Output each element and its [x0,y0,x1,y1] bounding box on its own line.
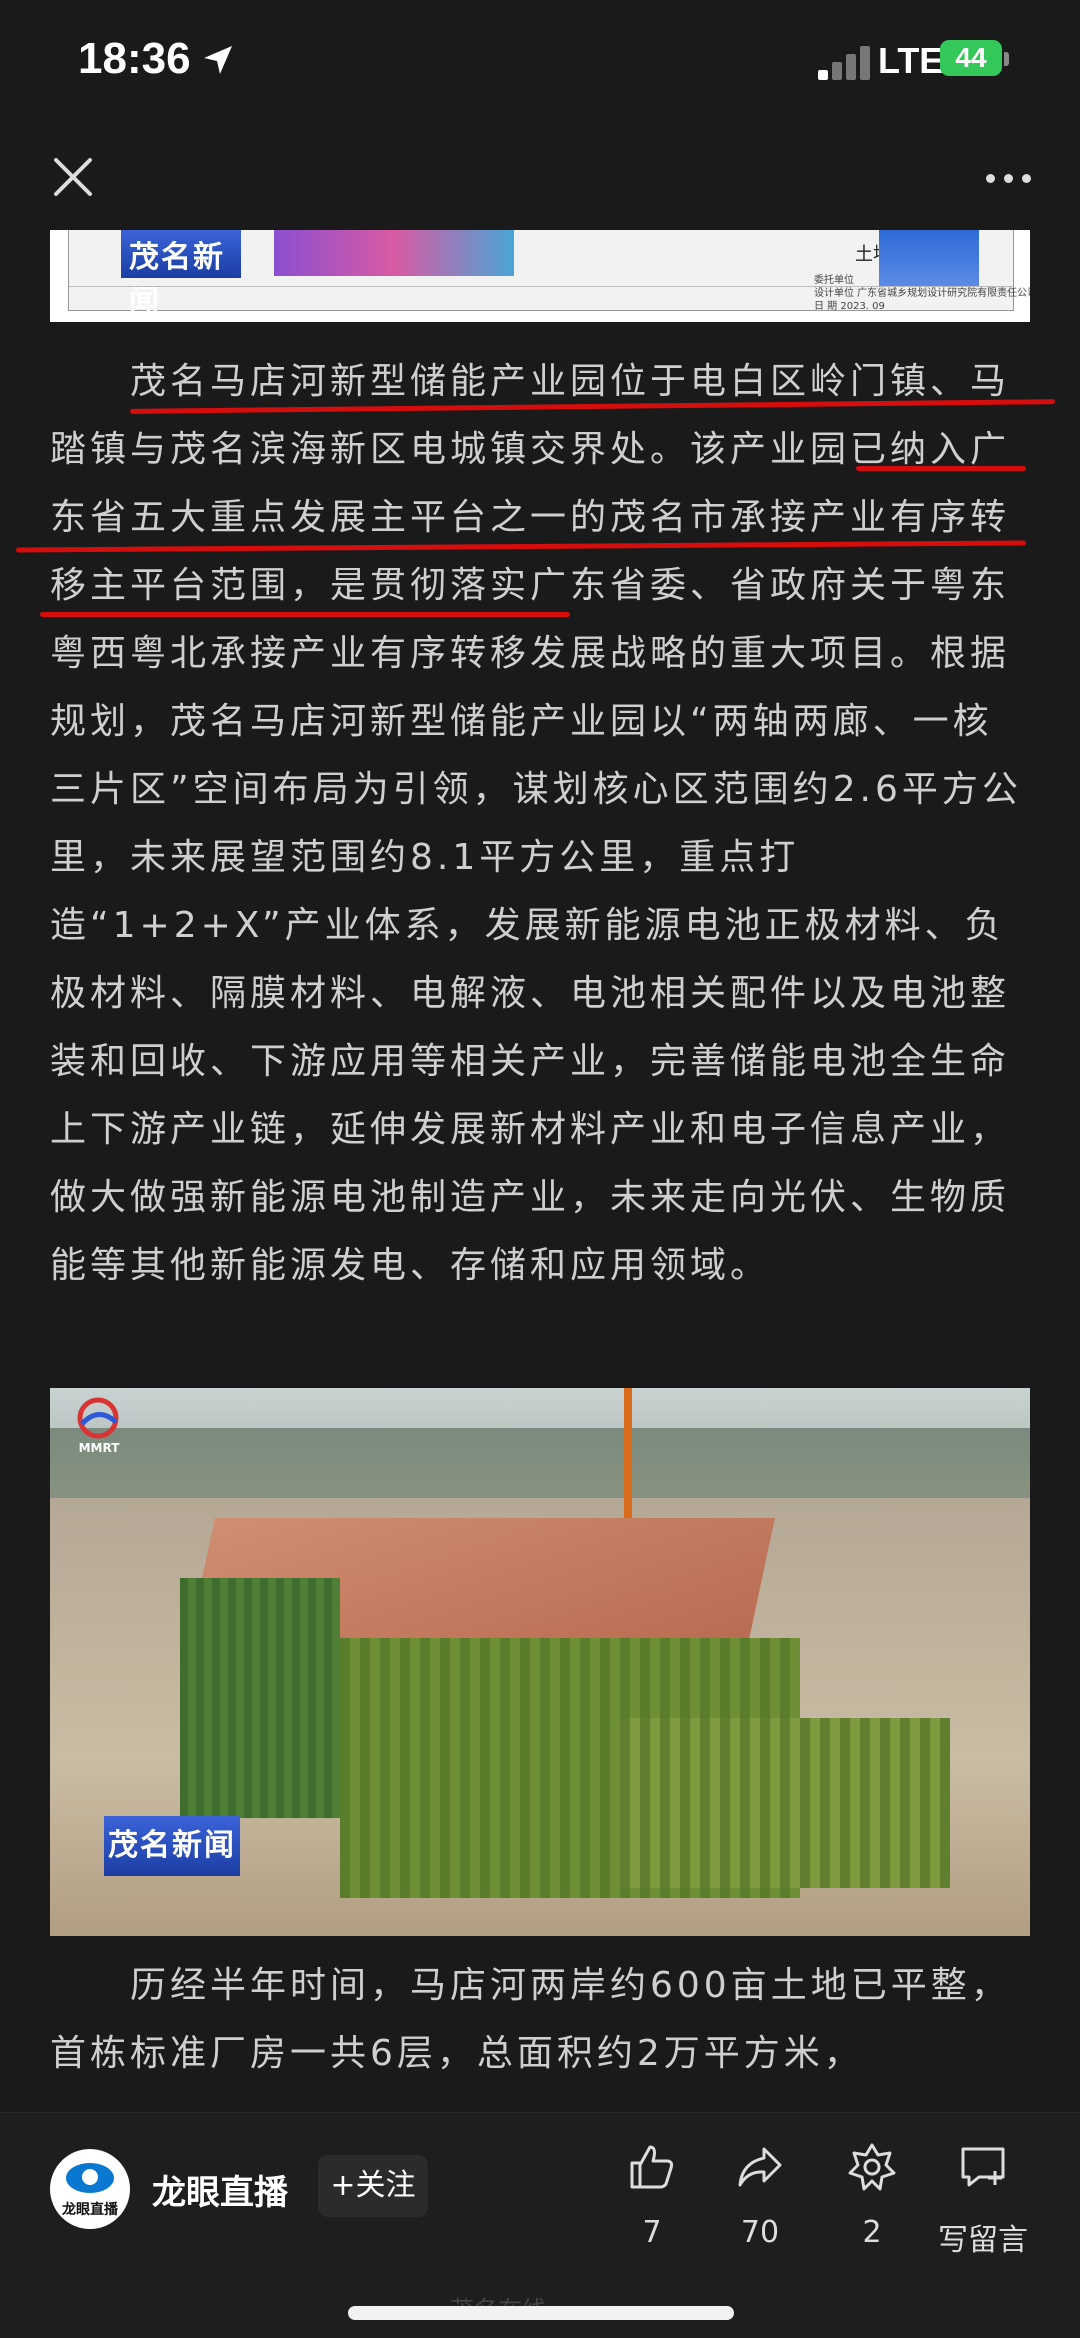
like-button[interactable]: 7 [602,2141,702,2250]
signal-icon [818,44,878,80]
battery-level: 44 [955,42,987,73]
avatar[interactable]: 龙眼直播 [50,2149,130,2229]
thumbs-up-icon [630,2145,674,2189]
map-image: 茂名新闻 土地 委托单位 设计单位 广东省城乡规划设计研究院有限责任公司 日 期… [50,230,1030,322]
map-frame: 茂名新闻 土地 委托单位 设计单位 广东省城乡规划设计研究院有限责任公司 日 期… [68,230,1030,319]
favorite-count: 2 [862,2215,882,2250]
battery-icon: 44 [940,40,1002,76]
account-name[interactable]: 龙眼直播 [152,2165,288,2214]
more-options-icon[interactable] [980,164,1040,194]
network-type: LTE [878,40,944,81]
construction-photo: MMRT 茂名新闻 [50,1388,1030,1936]
share-count: 70 [740,2215,780,2250]
comment-label: 写留言 [938,2223,1028,2258]
pupil [82,2169,98,2185]
map-zone-area [274,230,514,276]
status-time: 18:36 [78,34,191,83]
comment-add-icon [961,2147,1005,2187]
close-icon[interactable] [48,152,98,202]
article-paragraph: 茂名马店河新型储能产业园位于电白区岭门镇、马踏镇与茂名滨海新区电城镇交界处。该产… [50,361,1022,1286]
mmrt-logo-text: MMRT [79,1441,121,1455]
battery-tip [1004,52,1009,66]
favorite-button[interactable]: 2 [822,2141,922,2250]
news-logo: 茂名新闻 [121,230,241,319]
share-button[interactable]: 70 [710,2141,810,2250]
avatar-label: 龙眼直播 [62,2202,118,2218]
comment-button[interactable]: 写留言 [930,2141,1036,2259]
flower-star-icon [848,2143,896,2191]
status-bar: 18:36 LTE 44 [0,0,1080,130]
building-annex [620,1718,950,1888]
home-indicator[interactable] [348,2306,734,2320]
mmrt-logo: MMRT [77,1397,121,1455]
map-metadata: 委托单位 设计单位 广东省城乡规划设计研究院有限责任公司 日 期 2023. 0… [814,275,1030,312]
highlight-underline [856,466,1026,471]
share-arrow-icon [738,2147,782,2187]
top-bar [0,130,1080,230]
highlight-underline [40,612,570,617]
location-arrow-icon [204,46,232,74]
like-count: 7 [642,2215,662,2250]
building-side [180,1578,340,1818]
news-badge: 茂名新闻 [104,1816,240,1876]
follow-button[interactable]: +关注 [318,2155,428,2217]
article-paragraph: 历经半年时间，马店河两岸约600亩土地已平整，首栋标准厂房一共6层，总面积约2万… [50,1965,1011,2074]
